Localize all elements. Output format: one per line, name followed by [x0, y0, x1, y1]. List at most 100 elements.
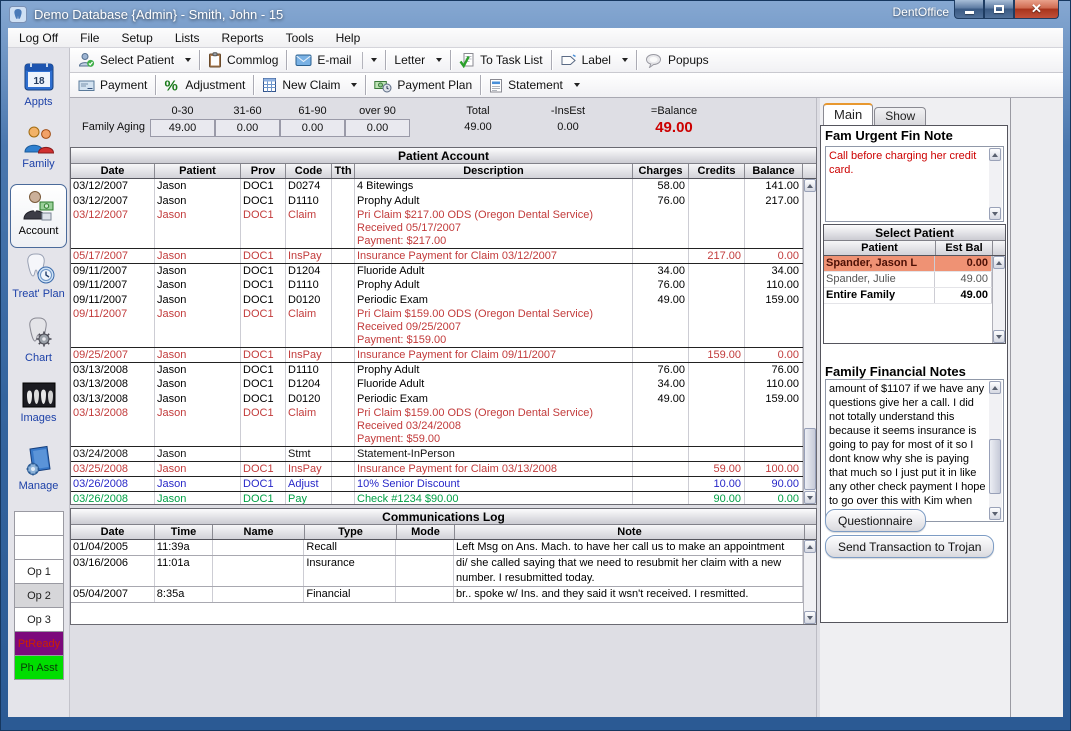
- scroll-up-icon[interactable]: [804, 540, 816, 553]
- account-row[interactable]: 09/25/2007JasonDOC1InsPayInsurance Payme…: [71, 347, 803, 362]
- account-row[interactable]: 03/13/2008JasonDOC1D1110Prophy Adult76.0…: [71, 362, 803, 377]
- account-row[interactable]: 03/12/2007JasonDOC1ClaimPri Claim $217.0…: [71, 209, 803, 248]
- scrollbar-thumb[interactable]: [989, 439, 1001, 494]
- column-header-note[interactable]: Note: [455, 525, 805, 539]
- commlog-row[interactable]: 01/04/200511:39aRecallLeft Msg on Ans. M…: [71, 540, 803, 556]
- dropdown-arrow-icon[interactable]: [436, 58, 442, 62]
- op-cell-ph-asst[interactable]: Ph Asst: [14, 655, 64, 680]
- select-patient-button[interactable]: Select Patient: [70, 48, 199, 72]
- financial-notes-scrollbar[interactable]: [989, 381, 1002, 520]
- patient-row-spander-jason-l[interactable]: Spander, Jason L 0.00: [824, 256, 992, 272]
- send-transaction-trojan-button[interactable]: Send Transaction to Trojan: [825, 535, 994, 558]
- scroll-down-icon[interactable]: [804, 491, 816, 504]
- scroll-down-icon[interactable]: [804, 611, 816, 624]
- menu-reports[interactable]: Reports: [211, 29, 275, 47]
- op-cell-op-2[interactable]: Op 2: [14, 583, 64, 608]
- menu-file[interactable]: File: [69, 29, 110, 47]
- column-header-mode[interactable]: Mode: [397, 525, 455, 539]
- patient-row-entire-family[interactable]: Entire Family 49.00: [824, 288, 992, 304]
- adjustment-button[interactable]: %Adjustment: [156, 73, 253, 97]
- module-appts[interactable]: 18Appts: [10, 56, 67, 120]
- op-cell-op-1[interactable]: Op 1: [14, 559, 64, 584]
- close-button[interactable]: ✕: [1014, 0, 1059, 19]
- column-header-prov[interactable]: Prov: [241, 164, 286, 178]
- tab-main[interactable]: Main: [823, 103, 873, 125]
- module-account[interactable]: Account: [10, 184, 67, 248]
- account-row[interactable]: 03/13/2008JasonDOC1ClaimPri Claim $159.0…: [71, 407, 803, 446]
- account-row[interactable]: 09/11/2007JasonDOC1D0120Periodic Exam49.…: [71, 293, 803, 308]
- account-row[interactable]: 05/17/2007JasonDOC1InsPayInsurance Payme…: [71, 248, 803, 263]
- to-task-list-button[interactable]: To Task List: [451, 48, 550, 72]
- scroll-down-icon[interactable]: [989, 207, 1001, 220]
- module-images[interactable]: Images: [10, 376, 67, 440]
- menu-setup[interactable]: Setup: [110, 29, 163, 47]
- dropdown-arrow-icon[interactable]: [371, 58, 377, 62]
- column-header-date[interactable]: Date: [71, 164, 155, 178]
- column-header-time[interactable]: Time: [155, 525, 213, 539]
- column-header-description[interactable]: Description: [355, 164, 633, 178]
- account-row[interactable]: 03/12/2007JasonDOC1D1110Prophy Adult76.0…: [71, 194, 803, 209]
- questionnaire-button[interactable]: Questionnaire: [825, 509, 926, 532]
- op-cell-op-3[interactable]: Op 3: [14, 607, 64, 632]
- popups-button[interactable]: Popups: [637, 48, 717, 72]
- account-row[interactable]: 09/11/2007JasonDOC1D1110Prophy Adult76.0…: [71, 278, 803, 293]
- dropdown-arrow-icon[interactable]: [574, 83, 580, 87]
- minimize-button[interactable]: [954, 0, 984, 19]
- column-header-patient[interactable]: Patient: [824, 241, 936, 255]
- scroll-down-icon[interactable]: [993, 330, 1005, 343]
- menu-tools[interactable]: Tools: [275, 29, 325, 47]
- scroll-up-icon[interactable]: [804, 179, 816, 192]
- scroll-up-icon[interactable]: [989, 381, 1001, 394]
- scroll-down-icon[interactable]: [989, 507, 1001, 520]
- op-cell-blank[interactable]: [14, 535, 64, 560]
- account-row[interactable]: 03/26/2008JasonDOC1PayCheck #1234 $90.00…: [71, 491, 803, 504]
- column-header-patient[interactable]: Patient: [155, 164, 241, 178]
- op-cell-blank[interactable]: [14, 511, 64, 536]
- dropdown-arrow-icon[interactable]: [185, 58, 191, 62]
- account-row[interactable]: 09/11/2007JasonDOC1ClaimPri Claim $159.0…: [71, 308, 803, 347]
- urgent-note-box[interactable]: Call before charging her credit card.: [825, 146, 1004, 222]
- scroll-up-icon[interactable]: [989, 148, 1001, 161]
- e-mail-button[interactable]: E-mail: [287, 48, 385, 72]
- scrollbar-thumb[interactable]: [804, 428, 816, 490]
- column-header-charges[interactable]: Charges: [633, 164, 689, 178]
- commlog-row[interactable]: 03/16/200611:01aInsurancedi/ she called …: [71, 556, 803, 587]
- tab-show[interactable]: Show: [874, 107, 926, 125]
- account-row[interactable]: 03/26/2008JasonDOC1Adjust10% Senior Disc…: [71, 476, 803, 491]
- account-row[interactable]: 03/24/2008JasonStmtStatement-InPerson: [71, 446, 803, 461]
- scroll-up-icon[interactable]: [993, 256, 1005, 269]
- module-treat-plan[interactable]: Treat' Plan: [10, 248, 67, 312]
- op-cell-ptready[interactable]: PtReady: [14, 631, 64, 656]
- dropdown-arrow-icon[interactable]: [622, 58, 628, 62]
- menu-lists[interactable]: Lists: [164, 29, 211, 47]
- dropdown-arrow-icon[interactable]: [351, 83, 357, 87]
- column-header-credits[interactable]: Credits: [689, 164, 745, 178]
- module-manage[interactable]: Manage: [10, 440, 67, 504]
- select-patient-scrollbar[interactable]: [992, 256, 1005, 343]
- column-header-est-bal[interactable]: Est Bal: [936, 241, 993, 255]
- menu-log-off[interactable]: Log Off: [8, 29, 69, 47]
- column-header-name[interactable]: Name: [213, 525, 305, 539]
- account-scrollbar[interactable]: [803, 179, 816, 504]
- commlog-scrollbar[interactable]: [803, 540, 816, 624]
- statement-button[interactable]: Statement: [481, 73, 588, 97]
- account-row[interactable]: 03/12/2007JasonDOC1D02744 Bitewings58.00…: [71, 179, 803, 194]
- column-header-balance[interactable]: Balance: [745, 164, 803, 178]
- letter-button[interactable]: Letter: [386, 48, 450, 72]
- column-header-tth[interactable]: Tth: [332, 164, 355, 178]
- urgent-note-scrollbar[interactable]: [989, 148, 1002, 220]
- column-header-code[interactable]: Code: [286, 164, 332, 178]
- column-header-date[interactable]: Date: [71, 525, 155, 539]
- label-button[interactable]: Label: [552, 48, 636, 72]
- account-row[interactable]: 03/13/2008JasonDOC1D1204Fluoride Adult34…: [71, 377, 803, 392]
- patient-row-spander-julie[interactable]: Spander, Julie 49.00: [824, 272, 992, 288]
- module-chart[interactable]: Chart: [10, 312, 67, 376]
- menu-help[interactable]: Help: [325, 29, 372, 47]
- account-row[interactable]: 03/25/2008JasonDOC1InsPayInsurance Payme…: [71, 461, 803, 476]
- column-header-type[interactable]: Type: [305, 525, 397, 539]
- account-row[interactable]: 03/13/2008JasonDOC1D0120Periodic Exam49.…: [71, 392, 803, 407]
- maximize-button[interactable]: [984, 0, 1014, 19]
- account-row[interactable]: 09/11/2007JasonDOC1D1204Fluoride Adult34…: [71, 263, 803, 278]
- payment-button[interactable]: Payment: [70, 73, 155, 97]
- commlog-row[interactable]: 05/04/20078:35aFinancialbr.. spoke w/ In…: [71, 587, 803, 603]
